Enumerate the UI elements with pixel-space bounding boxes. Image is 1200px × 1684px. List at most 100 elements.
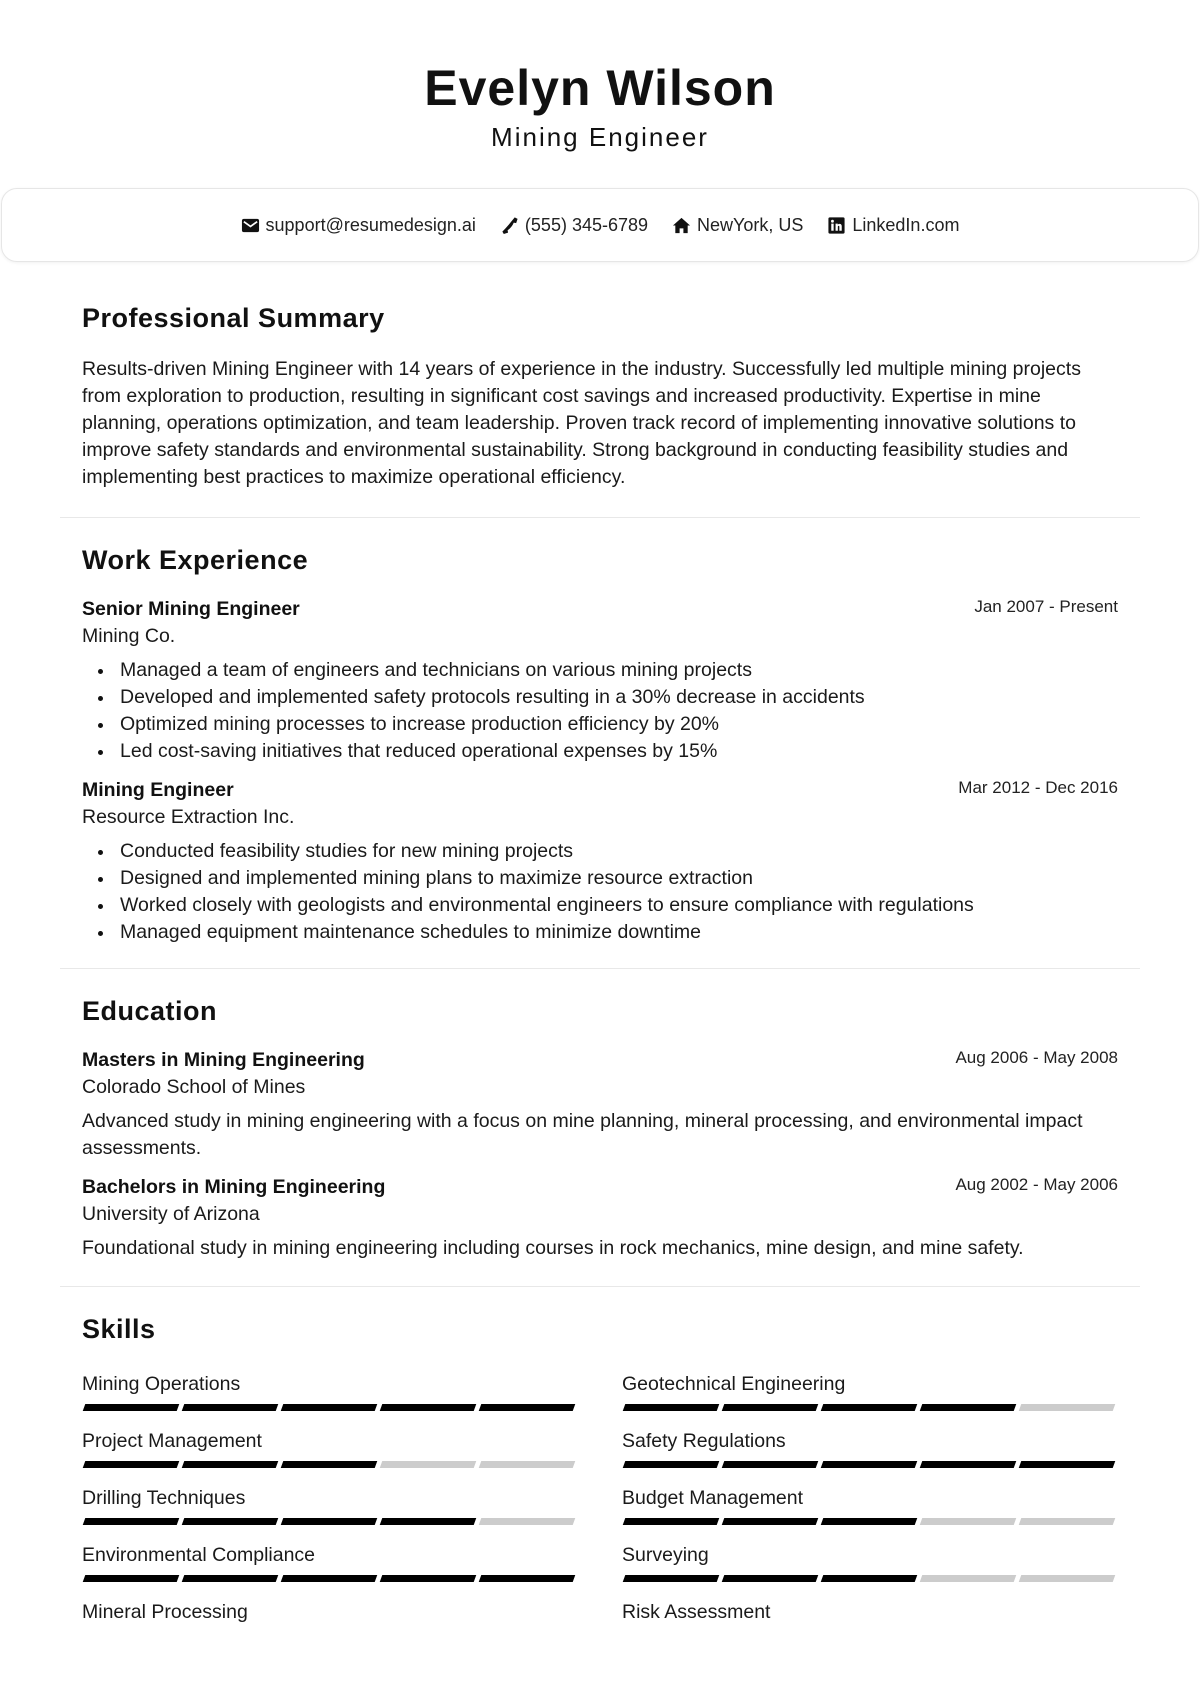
skill-item: Risk Assessment <box>622 1599 1116 1656</box>
skill-segment-filled <box>379 1575 477 1582</box>
skill-segment-filled <box>280 1575 378 1582</box>
skill-level-bar <box>82 1518 576 1525</box>
contact-location: NewYork, US <box>672 215 803 236</box>
section-heading: Skills <box>82 1314 156 1344</box>
skill-name: Geotechnical Engineering <box>622 1373 846 1395</box>
skill-segment-filled <box>181 1575 279 1582</box>
skill-item: Mineral Processing <box>82 1599 576 1656</box>
candidate-title: Mining Engineer <box>491 122 709 152</box>
skill-name: Risk Assessment <box>622 1601 771 1623</box>
school-name: University of Arizona <box>82 1203 260 1225</box>
contact-phone[interactable]: (555) 345-6789 <box>500 215 648 236</box>
skill-segment-empty <box>1018 1404 1116 1411</box>
skill-segment-filled <box>280 1404 378 1411</box>
skill-name: Project Management <box>82 1430 262 1452</box>
skill-segment-filled <box>919 1404 1017 1411</box>
contact-phone-text: (555) 345-6789 <box>524 214 649 235</box>
contact-email[interactable]: support@resumedesign.ai <box>241 215 476 236</box>
skill-segment-filled <box>820 1518 918 1525</box>
summary-text: Results-driven Mining Engineer with 14 y… <box>82 358 1081 488</box>
bullet-item: Worked closely with geologists and envir… <box>98 892 1118 919</box>
skill-name: Mining Operations <box>82 1373 241 1395</box>
skill-segment-filled <box>82 1575 180 1582</box>
skill-segment-filled <box>478 1404 576 1411</box>
job-bullets: Conducted feasibility studies for new mi… <box>82 838 1118 946</box>
job-company: Resource Extraction Inc. <box>82 806 295 828</box>
skill-name: Environmental Compliance <box>82 1544 316 1566</box>
phone-icon <box>500 216 519 235</box>
job-dates: Jan 2007 - Present <box>974 597 1118 616</box>
skill-segment-empty <box>919 1575 1017 1582</box>
candidate-name: Evelyn Wilson <box>424 60 776 116</box>
skill-segment-filled <box>1018 1461 1116 1468</box>
job-company: Mining Co. <box>82 625 176 647</box>
school-name: Colorado School of Mines <box>82 1076 306 1098</box>
skill-segment-filled <box>820 1404 918 1411</box>
contact-linkedin[interactable]: LinkedIn.com <box>827 215 959 236</box>
skill-level-bar <box>622 1575 1116 1582</box>
bullet-item: Designed and implemented mining plans to… <box>98 865 1118 892</box>
skill-item: Project Management <box>82 1428 576 1485</box>
degree-title: Bachelors in Mining Engineering <box>82 1176 386 1198</box>
resume-content: Professional Summary Results-driven Mini… <box>60 300 1140 1656</box>
bullet-item: Developed and implemented safety protoco… <box>98 684 1118 711</box>
bullet-item: Led cost-saving initiatives that reduced… <box>98 738 1118 765</box>
education-section: Education Masters in Mining Engineering … <box>60 969 1140 1287</box>
contact-location-text: NewYork, US <box>697 214 804 235</box>
skill-segment-filled <box>622 1575 720 1582</box>
contact-linkedin-text: LinkedIn.com <box>852 214 960 235</box>
skill-segment-empty <box>1018 1575 1116 1582</box>
skill-level-bar <box>622 1461 1116 1468</box>
contact-bar: support@resumedesign.ai (555) 345-6789 N… <box>1 188 1199 262</box>
skill-segment-filled <box>622 1518 720 1525</box>
skill-segment-empty <box>1018 1518 1116 1525</box>
skill-segment-filled <box>280 1518 378 1525</box>
skill-segment-filled <box>82 1461 180 1468</box>
skill-item: Mining Operations <box>82 1371 576 1428</box>
skill-segment-filled <box>919 1461 1017 1468</box>
skill-level-bar <box>82 1404 576 1411</box>
skill-segment-empty <box>478 1518 576 1525</box>
skill-segment-filled <box>721 1518 819 1525</box>
job-entry: Senior Mining Engineer Jan 2007 - Presen… <box>82 596 1118 765</box>
education-description: Advanced study in mining engineering wit… <box>82 1110 1083 1159</box>
skill-segment-filled <box>181 1461 279 1468</box>
job-title: Mining Engineer <box>82 779 234 801</box>
skill-level-bar <box>622 1404 1116 1411</box>
home-icon <box>672 216 691 235</box>
section-heading: Work Experience <box>82 545 309 575</box>
experience-section: Work Experience Senior Mining Engineer J… <box>60 518 1140 969</box>
skill-item: Geotechnical Engineering <box>622 1371 1116 1428</box>
education-description: Foundational study in mining engineering… <box>82 1237 1024 1259</box>
skill-item: Drilling Techniques <box>82 1485 576 1542</box>
skill-level-bar <box>82 1575 576 1582</box>
summary-section: Professional Summary Results-driven Mini… <box>60 300 1140 518</box>
job-dates: Mar 2012 - Dec 2016 <box>958 778 1118 797</box>
bullet-item: Conducted feasibility studies for new mi… <box>98 838 1118 865</box>
job-bullets: Managed a team of engineers and technici… <box>82 657 1118 765</box>
skill-segment-filled <box>181 1404 279 1411</box>
degree-title: Masters in Mining Engineering <box>82 1049 365 1071</box>
education-entry: Bachelors in Mining Engineering Aug 2002… <box>82 1174 1118 1262</box>
job-title: Senior Mining Engineer <box>82 598 300 620</box>
skill-segment-empty <box>379 1461 477 1468</box>
skill-segment-filled <box>478 1575 576 1582</box>
skill-segment-filled <box>82 1518 180 1525</box>
bullet-item: Optimized mining processes to increase p… <box>98 711 1118 738</box>
skill-segment-filled <box>820 1461 918 1468</box>
skill-segment-filled <box>82 1404 180 1411</box>
skill-segment-filled <box>379 1404 477 1411</box>
education-entry: Masters in Mining Engineering Aug 2006 -… <box>82 1047 1118 1162</box>
skill-item: Budget Management <box>622 1485 1116 1542</box>
skill-item: Environmental Compliance <box>82 1542 576 1599</box>
skill-segment-empty <box>478 1461 576 1468</box>
bullet-item: Managed equipment maintenance schedules … <box>98 919 1118 946</box>
skill-name: Budget Management <box>622 1487 804 1509</box>
skill-segment-empty <box>919 1518 1017 1525</box>
skill-level-bar <box>82 1461 576 1468</box>
section-heading: Education <box>82 996 218 1026</box>
education-dates: Aug 2002 - May 2006 <box>955 1175 1118 1194</box>
skill-segment-filled <box>280 1461 378 1468</box>
skill-name: Mineral Processing <box>82 1601 248 1623</box>
skill-segment-filled <box>622 1461 720 1468</box>
